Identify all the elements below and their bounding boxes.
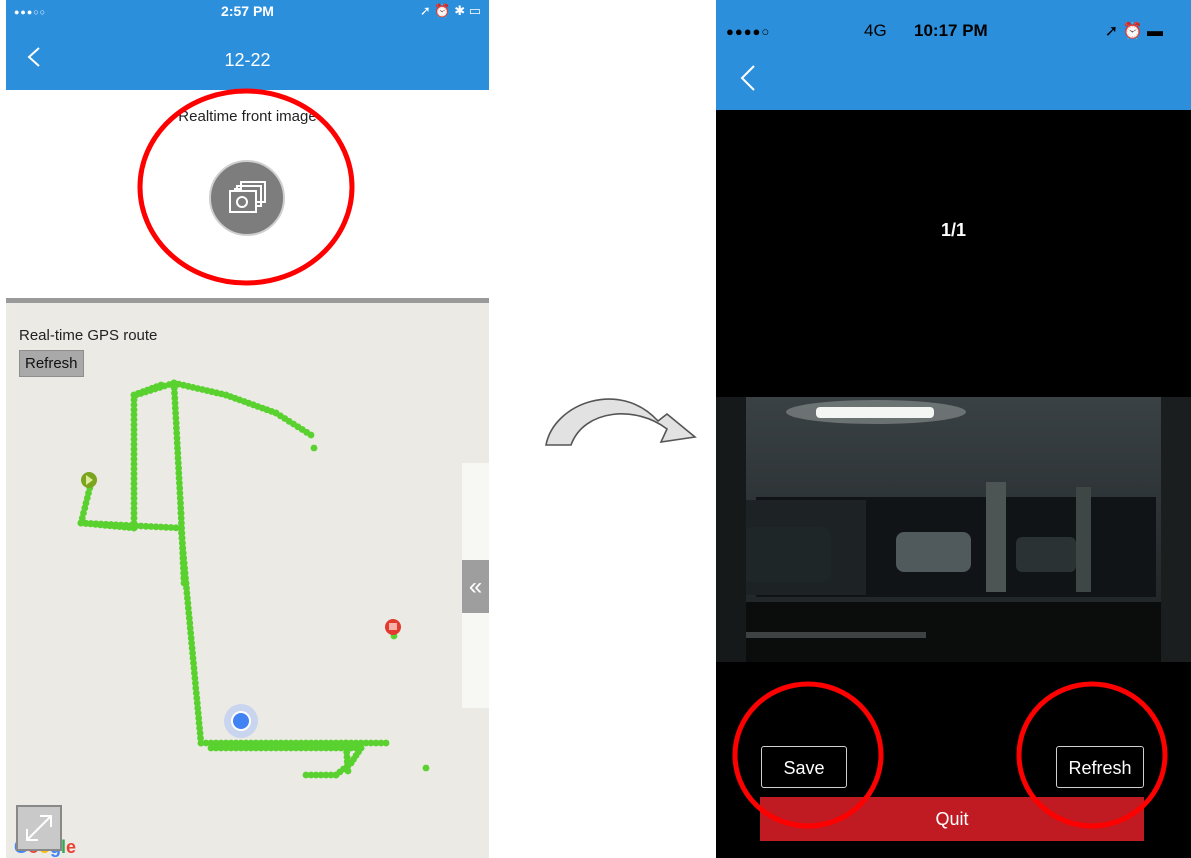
signal-icon: ●●●●○ xyxy=(726,24,771,39)
gps-map[interactable]: Real-time GPS route Refresh « Google xyxy=(6,303,489,858)
gps-route-label: Real-time GPS route xyxy=(19,327,158,344)
play-marker-icon xyxy=(81,472,97,488)
route-point xyxy=(307,431,315,439)
right-phone-screen: ●●●●○ 4G 10:17 PM ➚ ⏰ ▬ 1/1 Save Refresh xyxy=(716,0,1191,858)
network-type: 4G xyxy=(864,21,887,40)
stop-marker-icon xyxy=(385,619,401,635)
status-time: 2:57 PM xyxy=(221,3,274,19)
fullscreen-button[interactable] xyxy=(16,805,62,851)
battery-icon: ➚ ⏰ ▬ xyxy=(1104,23,1163,40)
image-page-count: 1/1 xyxy=(940,220,967,240)
fullscreen-icon xyxy=(26,815,52,841)
route-point xyxy=(180,579,188,587)
gps-route-layer xyxy=(77,379,430,779)
save-image-button[interactable]: Save xyxy=(761,746,847,788)
battery-icon: ➚ ⏰ ✱ ▭ xyxy=(419,3,481,18)
route-point xyxy=(382,739,390,747)
status-nav-bar: ●●●●○ 4G 10:17 PM ➚ ⏰ ▬ xyxy=(716,0,1191,110)
navbar: 12-22 xyxy=(6,22,489,90)
refresh-image-button[interactable]: Refresh xyxy=(1056,746,1144,788)
page-title: 12-22 xyxy=(224,50,271,70)
back-chevron-icon[interactable] xyxy=(738,64,760,92)
status-bar: ●●●○○ 2:57 PM ➚ ⏰ ✱ ▭ xyxy=(6,0,489,22)
front-camera-image xyxy=(716,397,1191,662)
status-time: 10:17 PM xyxy=(914,21,988,40)
route-point xyxy=(302,771,310,779)
map-refresh-button[interactable]: Refresh xyxy=(19,350,84,377)
left-phone-screen: ●●●○○ 2:57 PM ➚ ⏰ ✱ ▭ 12-22 Realtime fro… xyxy=(6,0,489,858)
route-point xyxy=(310,444,318,452)
location-dot-icon xyxy=(224,704,258,738)
google-logo-letter: e xyxy=(66,837,77,857)
collapse-panel-button[interactable]: « xyxy=(462,560,489,613)
realtime-front-image-section: Realtime front image xyxy=(6,90,489,300)
route-point xyxy=(344,767,352,775)
realtime-front-image-label: Realtime front image xyxy=(178,108,317,125)
route-point xyxy=(422,764,430,772)
curved-arrow-icon xyxy=(545,398,697,446)
quit-button[interactable]: Quit xyxy=(760,797,1144,841)
capture-front-image-button[interactable] xyxy=(209,160,285,236)
camera-icon xyxy=(229,181,266,213)
